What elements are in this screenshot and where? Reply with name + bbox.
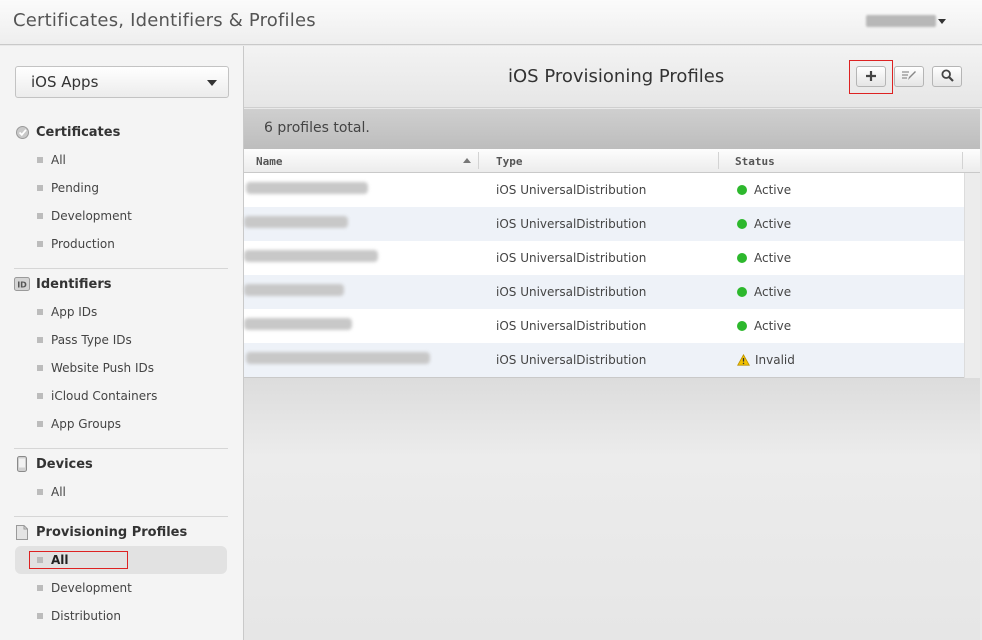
table-header: Name Type Status — [244, 149, 980, 173]
active-status-icon — [737, 185, 747, 195]
table-row[interactable]: iOS UniversalDistribution Active — [244, 275, 964, 309]
search-icon — [940, 67, 954, 86]
column-header-type[interactable]: Type — [496, 155, 523, 168]
user-menu[interactable] — [866, 14, 946, 28]
highlight-box-all — [29, 551, 128, 569]
table-row[interactable]: iOS UniversalDistribution Active — [244, 241, 964, 275]
bullet — [37, 241, 43, 247]
profile-status: Active — [737, 217, 791, 231]
table-row[interactable]: iOS UniversalDistribution Active — [244, 309, 964, 343]
top-bar: Certificates, Identifiers & Profiles — [0, 0, 982, 45]
edit-button[interactable] — [894, 66, 924, 87]
device-icon — [14, 456, 30, 472]
sidebar: iOS Apps Certificates All Pending Develo… — [0, 46, 244, 640]
bullet — [37, 489, 43, 495]
profile-name-redacted — [244, 352, 430, 366]
bullet — [37, 213, 43, 219]
profile-type: iOS UniversalDistribution — [496, 319, 647, 333]
profile-type: iOS UniversalDistribution — [496, 353, 647, 367]
document-icon — [14, 524, 30, 540]
certificate-icon — [14, 124, 30, 140]
highlight-box-add — [849, 60, 893, 94]
table-row[interactable]: iOS UniversalDistribution Active — [244, 207, 964, 241]
search-button[interactable] — [932, 66, 962, 87]
user-name-redacted — [866, 15, 936, 27]
bullet — [37, 157, 43, 163]
table-row[interactable]: iOS UniversalDistribution Active — [244, 173, 964, 207]
warning-icon — [737, 354, 750, 366]
column-header-name[interactable]: Name — [256, 155, 283, 168]
sidebar-item-app-groups[interactable]: App Groups — [37, 414, 121, 434]
profile-type: iOS UniversalDistribution — [496, 183, 647, 197]
column-separator — [718, 152, 719, 169]
sidebar-item-pass-type-ids[interactable]: Pass Type IDs — [37, 330, 132, 350]
profile-name-redacted — [244, 284, 344, 298]
id-icon: ID — [14, 276, 30, 292]
sidebar-item-app-ids[interactable]: App IDs — [37, 302, 97, 322]
edit-icon — [901, 67, 917, 86]
active-status-icon — [737, 287, 747, 297]
bullet — [37, 613, 43, 619]
sidebar-item-devices-all[interactable]: All — [37, 482, 66, 502]
sidebar-item-certificates-pending[interactable]: Pending — [37, 178, 99, 198]
profile-name-redacted — [244, 182, 368, 196]
column-separator — [962, 152, 963, 169]
platform-select-value: iOS Apps — [31, 73, 99, 91]
bullet — [37, 421, 43, 427]
sidebar-item-website-push-ids[interactable]: Website Push IDs — [37, 358, 154, 378]
profile-status: Active — [737, 183, 791, 197]
bullet — [37, 365, 43, 371]
sidebar-item-profiles-development[interactable]: Development — [37, 578, 132, 598]
table-scrollbar[interactable] — [964, 173, 980, 378]
sidebar-item-certificates-development[interactable]: Development — [37, 206, 132, 226]
svg-text:ID: ID — [17, 281, 27, 290]
page-title: iOS Provisioning Profiles — [508, 66, 725, 87]
profiles-table: Name Type Status iOS UniversalDistributi… — [244, 149, 980, 378]
divider — [14, 448, 228, 449]
profile-type: iOS UniversalDistribution — [496, 251, 647, 265]
bullet — [37, 393, 43, 399]
sidebar-section-certificates: Certificates — [14, 123, 120, 141]
bullet — [37, 185, 43, 191]
profile-type: iOS UniversalDistribution — [496, 285, 647, 299]
column-header-status[interactable]: Status — [735, 155, 775, 168]
sidebar-item-icloud-containers[interactable]: iCloud Containers — [37, 386, 157, 406]
column-separator — [478, 152, 479, 169]
table-row[interactable]: iOS UniversalDistribution Invalid — [244, 343, 964, 377]
platform-select[interactable]: iOS Apps — [15, 66, 229, 98]
divider — [14, 516, 228, 517]
sidebar-item-certificates-all[interactable]: All — [37, 150, 66, 170]
profile-name-redacted — [244, 250, 378, 264]
bullet — [37, 337, 43, 343]
sidebar-section-devices: Devices — [14, 455, 93, 473]
bullet — [37, 585, 43, 591]
active-status-icon — [737, 321, 747, 331]
profile-status: Active — [737, 251, 791, 265]
profile-name-redacted — [244, 216, 348, 230]
chevron-down-icon — [207, 80, 217, 86]
sidebar-section-provisioning-profiles: Provisioning Profiles — [14, 523, 187, 541]
content-background — [244, 378, 980, 640]
active-status-icon — [737, 253, 747, 263]
profile-status: Invalid — [737, 353, 795, 367]
profile-count-bar: 6 profiles total. — [244, 109, 980, 149]
sidebar-section-identifiers: ID Identifiers — [14, 275, 112, 293]
profile-name-redacted — [244, 318, 352, 332]
profile-type: iOS UniversalDistribution — [496, 217, 647, 231]
active-status-icon — [737, 219, 747, 229]
divider — [14, 268, 228, 269]
sidebar-item-profiles-distribution[interactable]: Distribution — [37, 606, 121, 626]
profile-status: Active — [737, 319, 791, 333]
profile-status: Active — [737, 285, 791, 299]
bullet — [37, 309, 43, 315]
app-title: Certificates, Identifiers & Profiles — [13, 10, 316, 31]
sidebar-item-certificates-production[interactable]: Production — [37, 234, 115, 254]
chevron-down-icon — [938, 18, 946, 24]
sort-ascending-icon — [463, 158, 471, 163]
profile-count: 6 profiles total. — [264, 120, 370, 136]
